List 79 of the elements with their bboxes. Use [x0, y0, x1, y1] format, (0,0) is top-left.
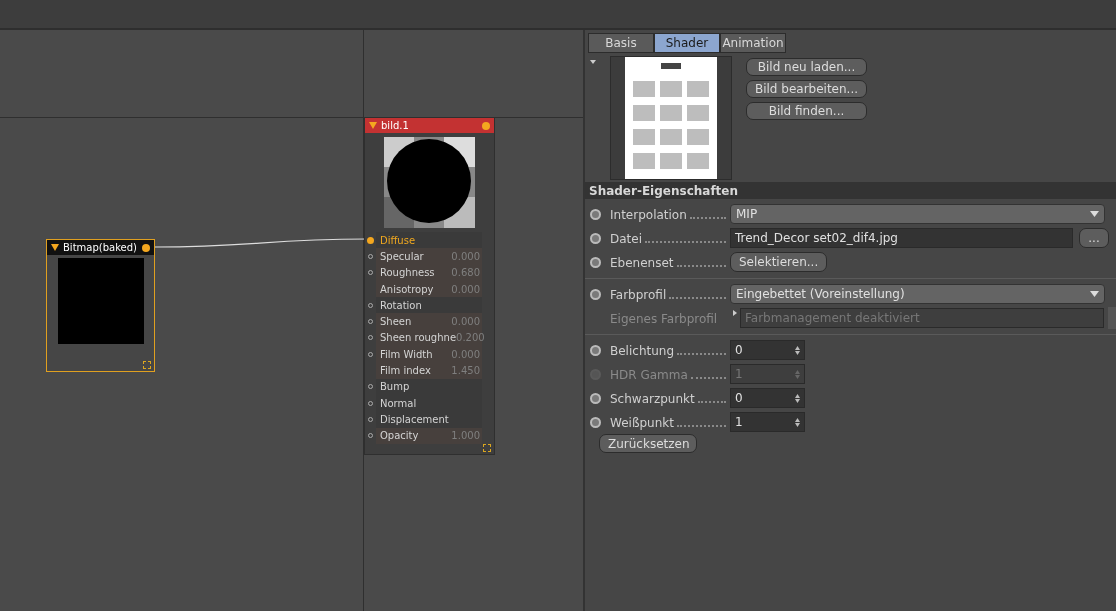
node-title: bild.1 [381, 120, 410, 131]
port-value: 0.200 [456, 332, 485, 344]
port-label: Film index [380, 365, 431, 376]
port-label: Displacement [380, 413, 449, 425]
number-field[interactable]: 1 [730, 412, 805, 432]
resize-icon[interactable] [483, 444, 491, 452]
reset-button[interactable]: Zurücksetzen [599, 434, 697, 453]
animation-toggle[interactable] [590, 232, 601, 244]
image-action-button[interactable]: Bild neu laden... [746, 58, 867, 76]
input-port[interactable] [367, 236, 374, 244]
port-label: Anisotropy [380, 283, 434, 295]
spinner-icon [795, 369, 800, 379]
animation-toggle[interactable] [590, 416, 601, 428]
port-value: 0.680 [451, 267, 480, 279]
property-label: Weißpunkt [610, 416, 674, 430]
leader-dots [690, 377, 726, 379]
expand-icon[interactable] [733, 310, 737, 316]
port-label: Specular [380, 250, 424, 262]
property-label: HDR Gamma [610, 368, 688, 382]
resize-icon[interactable] [143, 361, 151, 369]
file-path-field[interactable]: Trend_Decor set02_dif4.jpg [730, 228, 1073, 248]
material-node[interactable]: bild.1 Diffuse Specular 0.000 Roughness 0.680 Anisotropy 0.000 Rotation Sheen 0.000 Sheen roughne0.200 Film Width 0.000 Film index 1.450 Bump Normal Displacement Opacity 1.000 [364, 117, 495, 455]
browse-button[interactable]: ... [1079, 228, 1109, 248]
port-label: Diffuse [380, 234, 416, 246]
number-field[interactable]: 0 [730, 340, 805, 360]
animation-toggle[interactable] [590, 344, 601, 356]
property-label: Interpolation [610, 208, 687, 222]
property-label: Datei [610, 232, 642, 246]
caret-icon [1090, 291, 1099, 297]
dropdown[interactable]: MIP [730, 204, 1105, 224]
tab[interactable]: Shader [654, 33, 720, 53]
property-label: Belichtung [610, 344, 675, 358]
port-label: Sheen [380, 316, 412, 328]
tab[interactable]: Basis [588, 33, 654, 53]
leader-dots [689, 217, 726, 219]
port-value: 0.000 [451, 316, 480, 328]
tab[interactable]: Animation [720, 33, 786, 53]
property-label: Ebenenset [610, 256, 674, 270]
select-button[interactable]: Selektieren... [730, 252, 828, 272]
property-label: Schwarzpunkt [610, 392, 695, 406]
spinner-icon [795, 345, 800, 355]
collapse-icon[interactable] [51, 244, 59, 251]
spinner-icon [795, 417, 800, 427]
spinner-icon [795, 393, 800, 403]
dropdown-value: MIP [736, 207, 758, 221]
port-value: 0.000 [451, 283, 480, 295]
leader-dots [677, 353, 726, 355]
animation-toggle[interactable] [590, 256, 601, 268]
port-label: Bump [380, 381, 410, 393]
port-label: Opacity [380, 430, 419, 442]
port-label: Normal [380, 397, 417, 409]
output-port[interactable] [142, 243, 150, 252]
port-label: Roughness [380, 267, 435, 279]
section-title: Shader-Eigenschaften [585, 182, 1116, 199]
caret-icon [1090, 211, 1099, 217]
node-title: Bitmap(baked) [63, 242, 138, 253]
leader-dots [676, 425, 726, 427]
animation-toggle[interactable] [590, 208, 601, 220]
port-label: Rotation [380, 299, 422, 311]
image-action-button[interactable]: Bild finden... [746, 102, 867, 120]
port-value: 0.000 [451, 250, 480, 262]
dropdown-value: Eingebettet (Voreinstellung) [736, 287, 905, 301]
port-label: Film Width [380, 348, 433, 360]
port-value: 1.450 [451, 365, 480, 376]
bitmap-node[interactable]: Bitmap(baked) [46, 239, 155, 372]
port-value: 0.000 [451, 348, 480, 360]
number-field[interactable]: 0 [730, 388, 805, 408]
image-action-button[interactable]: Bild bearbeiten... [746, 80, 867, 98]
property-label: Farbprofil [610, 288, 667, 302]
leader-dots [676, 265, 726, 267]
animation-toggle[interactable] [590, 288, 601, 300]
dropdown[interactable]: Eingebettet (Voreinstellung) [730, 284, 1105, 304]
leader-dots [697, 401, 726, 403]
collapse-icon[interactable] [590, 60, 596, 64]
property-label: Eigenes Farbprofil [610, 312, 718, 326]
port-value: 1.000 [451, 430, 480, 442]
leader-dots [669, 297, 726, 299]
port-label: Sheen roughne [380, 332, 457, 344]
animation-toggle[interactable] [590, 392, 601, 404]
